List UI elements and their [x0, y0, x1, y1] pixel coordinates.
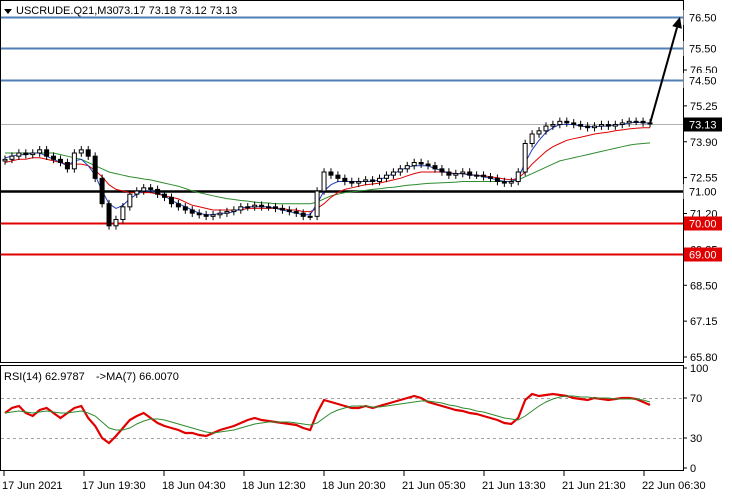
candle[interactable]: [522, 139, 528, 176]
current-price-label: 73.13: [689, 120, 717, 132]
time-tick-label: 21 Jun 05:30: [402, 480, 466, 492]
candle[interactable]: [106, 199, 112, 230]
level-label: 69.00: [689, 250, 717, 262]
price-axis: 76.5075.2573.9072.5571.2069.8568.5067.15…: [683, 65, 718, 364]
price-tick-label: 73.90: [690, 137, 718, 149]
candle[interactable]: [92, 152, 98, 183]
rsi-tick-label: 0: [690, 463, 696, 475]
time-tick-label: 21 Jun 13:30: [482, 480, 546, 492]
price-tick-label: 67.15: [690, 316, 718, 328]
time-tick-label: 17 Jun 2021: [2, 480, 63, 492]
candle[interactable]: [99, 174, 105, 208]
rsi-tick-label: 100: [690, 363, 708, 375]
time-tick-label: 22 Jun 06:30: [642, 480, 706, 492]
rsi-ma-label: ->MA(7) 66.0070: [96, 371, 179, 383]
level-label: 70.00: [689, 219, 717, 231]
price-tick-label: 72.55: [690, 173, 718, 185]
rsi-tick-label: 70: [690, 393, 702, 405]
trading-chart: 76.5075.2573.9072.5571.2069.8568.5067.15…: [0, 0, 723, 492]
rsi-tick-label: 30: [690, 433, 702, 445]
rsi-label: RSI(14) 62.9787: [4, 371, 85, 383]
candle[interactable]: [321, 168, 327, 195]
level-label: 71.00: [689, 187, 717, 199]
level-label: 76.50: [689, 13, 717, 25]
time-tick-label: 18 Jun 04:30: [162, 480, 226, 492]
rsi-axis: 100 70 30 0: [683, 363, 708, 475]
time-tick-label: 18 Jun 12:30: [242, 480, 306, 492]
candle[interactable]: [71, 149, 77, 173]
time-axis: 17 Jun 2021 17 Jun 19:30 18 Jun 04:30 18 Ju…: [2, 471, 706, 492]
level-label: 74.50: [689, 76, 717, 88]
price-header: USCRUDE.Q21,M30 73.17 73.18 73.12 73.13: [4, 5, 237, 17]
ohlc-label: 73.17 73.18 73.12 73.13: [118, 5, 237, 17]
level-label: 75.50: [689, 44, 717, 56]
time-tick-label: 21 Jun 21:30: [562, 480, 626, 492]
price-tick-label: 75.25: [690, 101, 718, 113]
time-tick-label: 18 Jun 20:30: [322, 480, 386, 492]
candle[interactable]: [314, 187, 320, 221]
time-tick-label: 17 Jun 19:30: [82, 480, 146, 492]
price-tick-label: 68.50: [690, 280, 718, 292]
symbol-label: USCRUDE.Q21,M30: [16, 5, 119, 17]
